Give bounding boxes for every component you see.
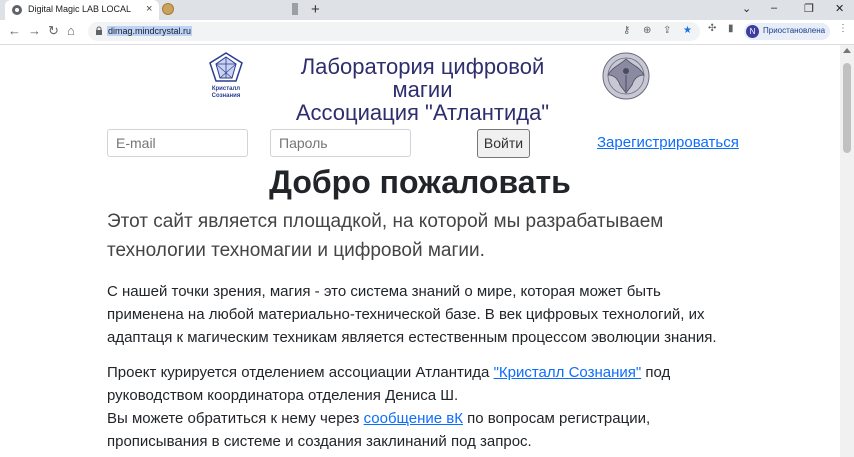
intro-paragraph: С нашей точки зрения, магия - это систем… (107, 283, 717, 346)
crystal-logo: Кристалл Сознания (209, 52, 243, 99)
scroll-up-icon[interactable] (843, 48, 851, 53)
lead-text: Этот сайт является площадкой, на которой… (107, 211, 664, 261)
avatar: N (746, 25, 759, 38)
scroll-thumb[interactable] (843, 63, 851, 153)
active-tab[interactable]: Digital Magic LAB LOCAL × (5, 0, 159, 20)
welcome-heading: Добро пожаловать (269, 164, 571, 200)
login-button[interactable]: Войти (477, 129, 530, 158)
tab-title: Digital Magic LAB LOCAL (28, 4, 132, 14)
tab-close-icon[interactable]: × (146, 3, 152, 15)
vk-message-link[interactable]: сообщение вК (364, 410, 463, 427)
star-icon[interactable]: ★ (683, 25, 692, 36)
second-tab-favicon-icon[interactable] (162, 3, 174, 15)
scrollbar[interactable] (840, 45, 854, 457)
address-bar[interactable]: dimag.mindcrystal.ru ⚷ ⊕ ⇪ ★ (88, 22, 700, 41)
home-icon[interactable]: ⌂ (67, 23, 75, 39)
title-line-3: Ассоциация "Атлантида" (295, 100, 550, 125)
title-line-1: Лаборатория цифровой (300, 54, 545, 79)
globe-icon (12, 5, 22, 15)
side-panel-icon[interactable]: ▮ (728, 23, 734, 34)
register-link[interactable]: Зарегистрироваться (597, 134, 739, 151)
curator-paragraph: Проект курируется отделением ассоциации … (107, 361, 737, 453)
atlantida-emblem (602, 52, 650, 100)
close-window-button[interactable]: ✕ (835, 2, 844, 15)
contact-text: Вы можете обратиться к нему через (107, 410, 364, 427)
profile-label: Приостановлена (763, 26, 826, 35)
logo-text-2: Сознания (212, 93, 241, 99)
extensions-icon[interactable]: ✣ (708, 23, 716, 34)
chevron-down-icon[interactable]: ⌄ (742, 2, 751, 15)
page-content: Кристалл Сознания Лаборатория цифровой м… (0, 45, 840, 457)
logo-text-1: Кристалл (212, 86, 240, 92)
profile-button[interactable]: N Приостановлена (744, 23, 830, 40)
crystal-link[interactable]: "Кристалл Сознания" (494, 364, 642, 381)
key-icon[interactable]: ⚷ (623, 25, 630, 36)
minimize-button[interactable]: – (771, 2, 777, 14)
lock-icon (96, 26, 102, 35)
tab-separator (292, 3, 298, 15)
title-line-2: магии (392, 77, 453, 102)
toolbar: ← → ↻ ⌂ dimag.mindcrystal.ru ⚷ ⊕ ⇪ ★ ✣ ▮… (0, 20, 854, 45)
forward-icon[interactable]: → (28, 23, 41, 39)
share-icon[interactable]: ⇪ (663, 25, 671, 36)
zoom-icon[interactable]: ⊕ (643, 25, 651, 36)
curator-text: Проект курируется отделением ассоциации … (107, 364, 494, 381)
back-icon[interactable]: ← (8, 23, 21, 39)
url-text[interactable]: dimag.mindcrystal.ru (107, 26, 193, 36)
email-field[interactable] (107, 129, 248, 157)
new-tab-button[interactable]: + (311, 1, 320, 18)
reload-icon[interactable]: ↻ (48, 23, 59, 39)
tab-strip: Digital Magic LAB LOCAL × + ⌄ – ❐ ✕ (0, 0, 854, 20)
password-field[interactable] (270, 129, 411, 157)
restore-button[interactable]: ❐ (804, 2, 814, 15)
page-title: Лаборатория цифровой магии Ассоциация "А… (260, 55, 585, 124)
menu-icon[interactable]: ⋮ (838, 23, 848, 34)
